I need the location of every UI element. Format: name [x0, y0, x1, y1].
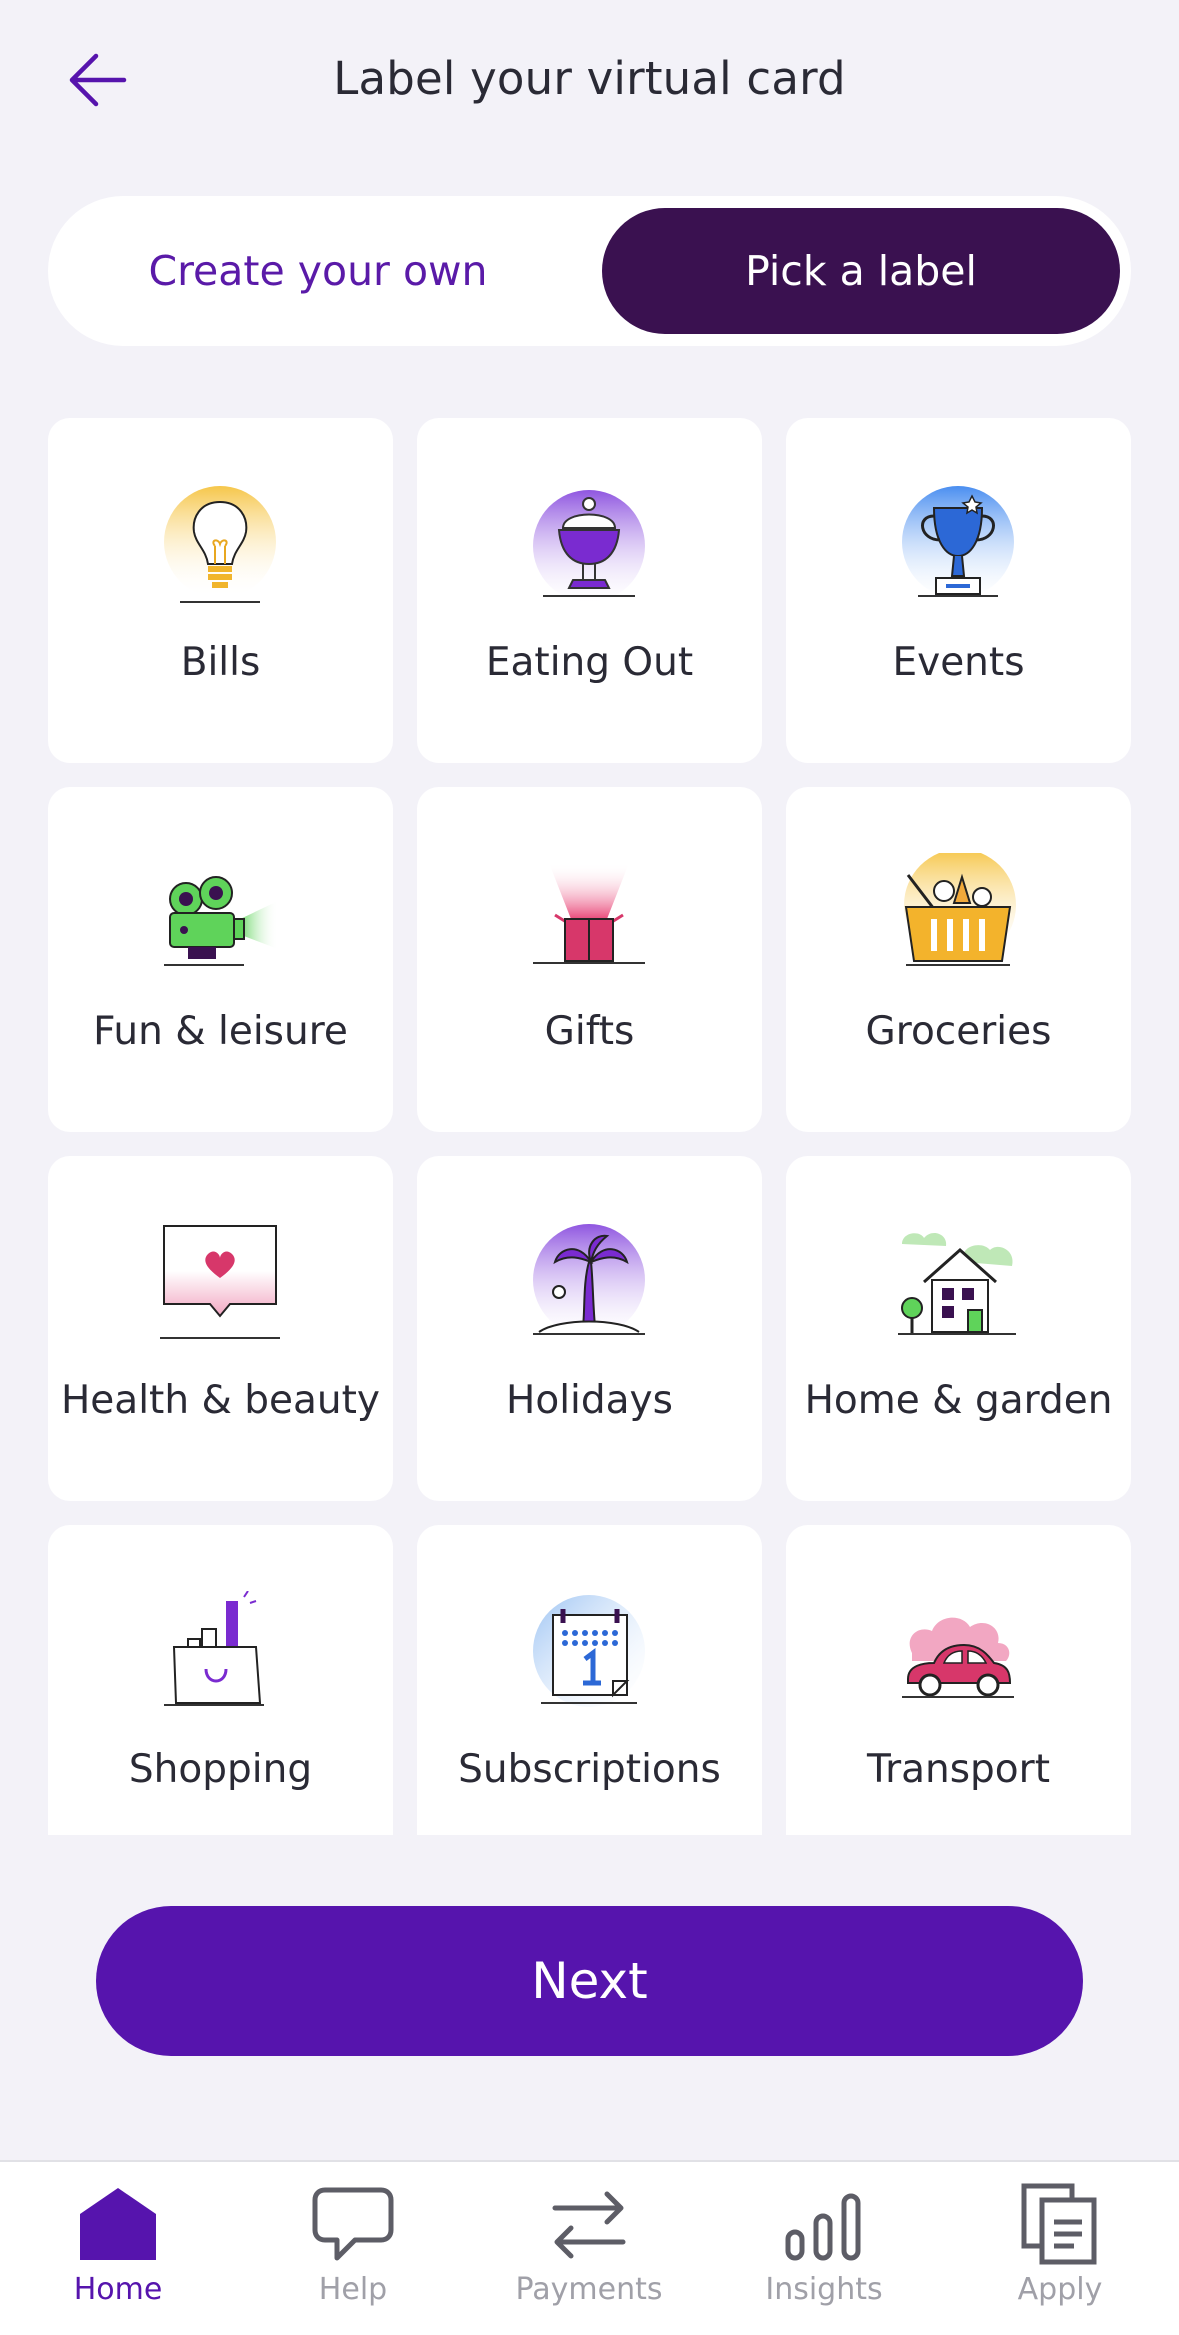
house-icon [898, 1222, 1018, 1342]
label-tile-shopping[interactable]: Shopping [48, 1525, 393, 1835]
heart-message-icon [160, 1222, 280, 1342]
label-tile-transport[interactable]: Transport [786, 1525, 1131, 1835]
label-tile-name: Subscriptions [458, 1747, 721, 1792]
header: Label your virtual card [0, 0, 1179, 170]
label-tile-name: Gifts [544, 1009, 635, 1054]
tab-label: Home [73, 2272, 163, 2307]
label-tile-name: Fun & leisure [93, 1009, 348, 1054]
tab-payments[interactable]: Payments [489, 2182, 689, 2322]
tab-home[interactable]: Home [18, 2182, 218, 2322]
label-tile-name: Holidays [506, 1378, 673, 1423]
pick-a-label-tab[interactable]: Pick a label [602, 208, 1120, 334]
ice-cream-sundae-icon [529, 484, 649, 604]
label-tile-groceries[interactable]: Groceries [786, 787, 1131, 1132]
label-tile-name: Eating Out [485, 640, 694, 685]
label-tile-home-garden[interactable]: Home & garden [786, 1156, 1131, 1501]
tab-label: Apply [1017, 2272, 1103, 2307]
label-tile-eating-out[interactable]: Eating Out [417, 418, 762, 763]
label-tile-bills[interactable]: Bills [48, 418, 393, 763]
label-tile-name: Home & garden [804, 1378, 1113, 1423]
bar-chart-icon [785, 2193, 861, 2261]
calendar-icon [529, 1591, 649, 1711]
label-tile-events[interactable]: Events [786, 418, 1131, 763]
create-your-own-tab[interactable]: Create your own [48, 196, 588, 346]
film-camera-icon [160, 853, 280, 973]
label-tile-fun-leisure[interactable]: Fun & leisure [48, 787, 393, 1132]
label-mode-toggle: Create your own Pick a label [48, 196, 1131, 346]
chat-bubble-icon [312, 2187, 394, 2261]
label-tile-name: Events [892, 640, 1025, 685]
label-tile-name: Groceries [865, 1009, 1052, 1054]
documents-icon [1021, 2183, 1097, 2265]
gift-box-icon [529, 853, 649, 973]
bottom-tab-bar: Home Help Payments Insights Apply [0, 2160, 1179, 2335]
shopping-bag-icon [160, 1591, 280, 1711]
label-tile-holidays[interactable]: Holidays [417, 1156, 762, 1501]
transfer-arrows-icon [552, 2191, 626, 2259]
next-button[interactable]: Next [96, 1906, 1083, 2056]
label-tile-name: Transport [866, 1747, 1050, 1792]
tab-help[interactable]: Help [253, 2182, 453, 2322]
label-grid: Bills Eating Out Events Fun & leisure Gi… [48, 418, 1131, 1835]
grocery-basket-icon [898, 853, 1018, 973]
lightbulb-icon [160, 484, 280, 604]
trophy-icon [898, 484, 1018, 604]
car-icon [898, 1591, 1018, 1711]
tab-label: Help [318, 2272, 388, 2307]
label-tile-health-beauty[interactable]: Health & beauty [48, 1156, 393, 1501]
palm-tree-icon [529, 1222, 649, 1342]
tab-apply[interactable]: Apply [960, 2182, 1160, 2322]
home-icon [80, 2188, 156, 2260]
label-tile-subscriptions[interactable]: Subscriptions [417, 1525, 762, 1835]
tab-insights[interactable]: Insights [724, 2182, 924, 2322]
label-tile-gifts[interactable]: Gifts [417, 787, 762, 1132]
page-title: Label your virtual card [333, 52, 846, 105]
label-tile-name: Health & beauty [60, 1378, 380, 1423]
tab-label: Insights [765, 2272, 883, 2307]
tab-label: Payments [515, 2272, 663, 2307]
label-tile-name: Shopping [128, 1747, 313, 1792]
label-tile-name: Bills [180, 640, 261, 685]
